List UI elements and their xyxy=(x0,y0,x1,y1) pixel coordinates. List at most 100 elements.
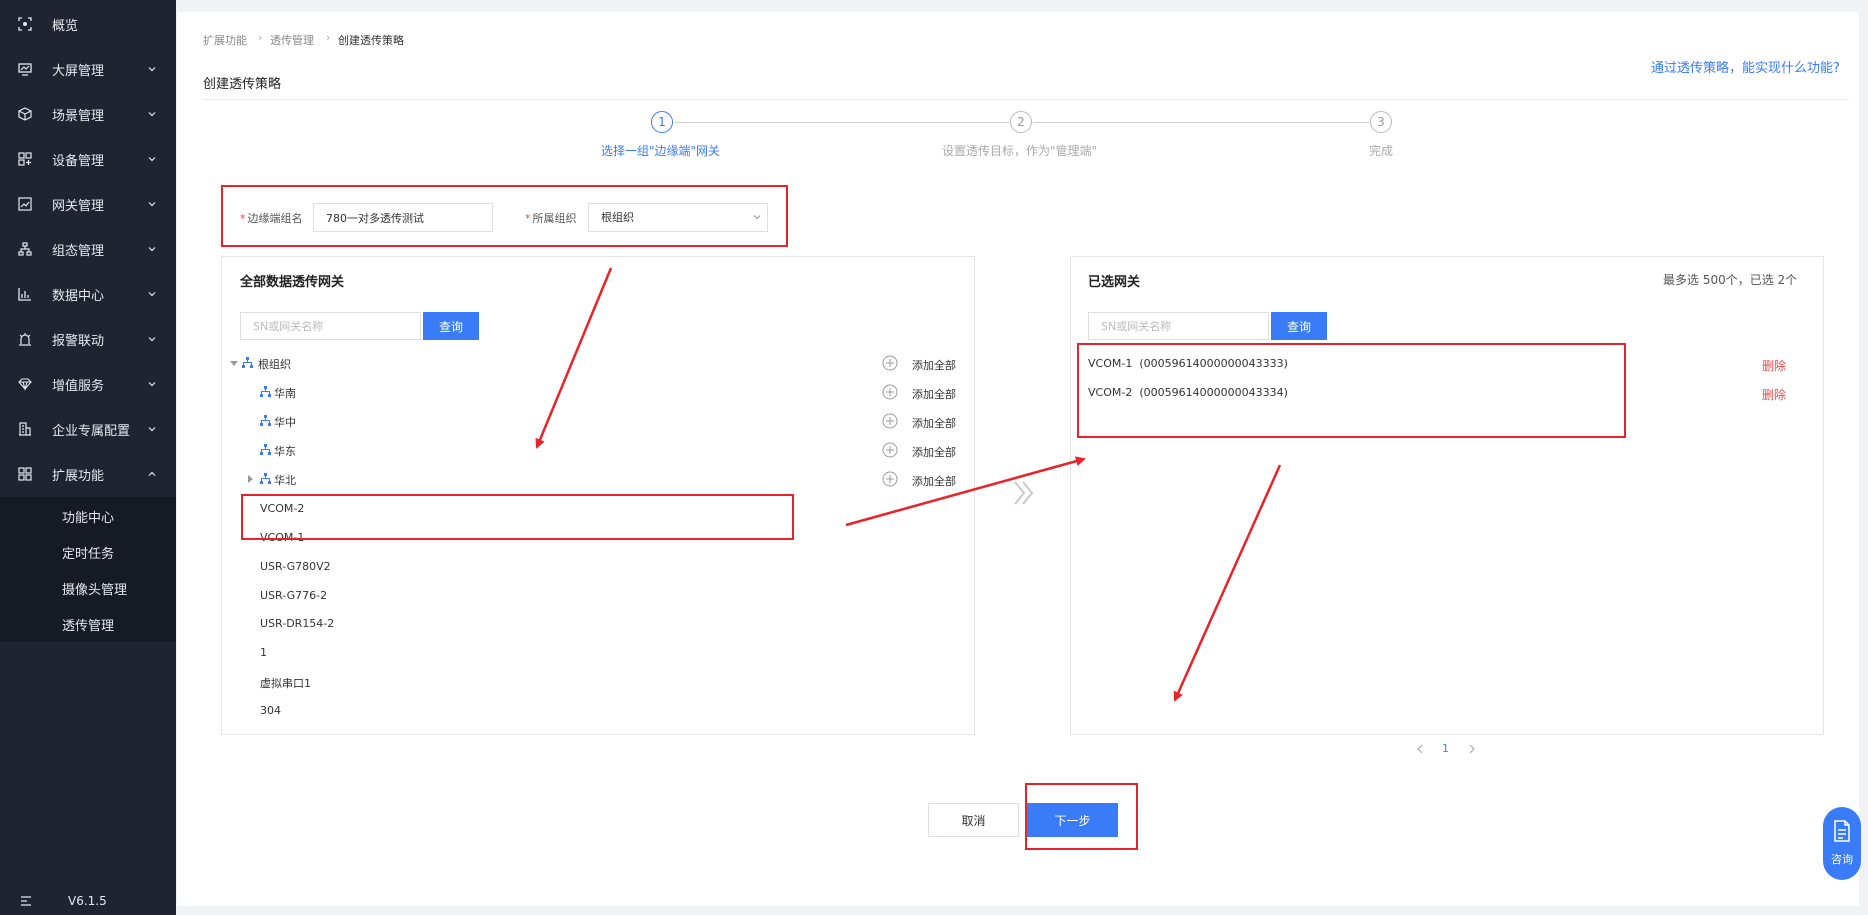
submenu-item-scheduled-tasks[interactable]: 定时任务 xyxy=(62,543,114,562)
tree-node[interactable]: 华北 xyxy=(230,468,960,490)
submenu-item-function-center[interactable]: 功能中心 xyxy=(62,507,114,526)
sidebar-item-overview[interactable]: 概览 xyxy=(0,2,176,46)
gateway-list-item[interactable]: 1 xyxy=(260,646,267,659)
title-divider xyxy=(203,99,1849,100)
breadcrumb-item[interactable]: 扩展功能 xyxy=(203,32,247,48)
gateway-list-item[interactable]: 虚拟串口1 xyxy=(260,675,311,691)
gateway-list-item[interactable]: 304 xyxy=(260,704,281,717)
sidebar-item-gateway[interactable]: 网关管理 xyxy=(0,182,176,226)
sidebar-item-extensions[interactable]: 扩展功能 xyxy=(0,452,176,496)
sidebar-item-data-center[interactable]: 数据中心 xyxy=(0,272,176,316)
help-link[interactable]: 通过透传策略，能实现什么功能? xyxy=(1651,57,1840,76)
step-connector xyxy=(675,122,1020,123)
sidebar-item-device[interactable]: 设备管理 xyxy=(0,137,176,181)
alarm-icon xyxy=(19,333,31,346)
tree-node-root[interactable]: 根组织 xyxy=(230,352,960,374)
tree-node[interactable]: 华中 xyxy=(230,410,960,432)
step-1-circle: 1 xyxy=(651,111,673,133)
breadcrumb-separator: › xyxy=(258,31,263,44)
tree-node-label: 华中 xyxy=(274,416,296,429)
add-circle-icon[interactable] xyxy=(882,442,898,458)
annotation-box-selected xyxy=(1077,343,1626,438)
chevron-down-icon xyxy=(148,292,156,297)
gateway-list-item[interactable]: USR-G776-2 xyxy=(260,589,327,602)
add-circle-icon[interactable] xyxy=(882,413,898,429)
breadcrumb-item[interactable]: 透传管理 xyxy=(270,32,314,48)
sidebar-item-label: 设备管理 xyxy=(52,153,105,169)
org-tree-icon xyxy=(260,415,271,426)
gateway-list-item[interactable]: USR-G780V2 xyxy=(260,560,331,573)
gateway-list-item[interactable]: USR-DR154-2 xyxy=(260,617,334,630)
step-3-circle: 3 xyxy=(1370,111,1392,133)
add-circle-icon[interactable] xyxy=(882,471,898,487)
sidebar-item-value-added[interactable]: 增值服务 xyxy=(0,362,176,406)
sidebar-item-topology[interactable]: 组态管理 xyxy=(0,227,176,271)
double-chevron-right-icon[interactable] xyxy=(1012,480,1034,506)
sidebar-item-enterprise[interactable]: 企业专属配置 xyxy=(0,407,176,451)
chevron-down-icon xyxy=(148,427,156,432)
step-3-label: 完成 xyxy=(1369,144,1394,158)
tree-node-label: 华北 xyxy=(274,474,296,487)
delete-button[interactable]: 删除 xyxy=(1762,357,1786,374)
add-all-button[interactable]: 添加全部 xyxy=(912,415,956,431)
add-circle-icon[interactable] xyxy=(882,384,898,400)
selection-count: 最多选 500个，已选 2个 xyxy=(1663,273,1798,287)
sidebar-item-label: 网关管理 xyxy=(52,198,105,214)
chevron-left-icon[interactable] xyxy=(1416,744,1424,754)
bar-chart-icon xyxy=(18,288,31,301)
chevron-down-icon xyxy=(148,112,156,117)
device-icon xyxy=(18,152,32,166)
sidebar-item-screen[interactable]: 大屏管理 xyxy=(0,47,176,91)
chevron-down-icon xyxy=(148,67,156,72)
cube-icon xyxy=(18,107,32,121)
tree-node[interactable]: 华南 xyxy=(230,381,960,403)
add-all-button[interactable]: 添加全部 xyxy=(912,357,956,373)
add-all-button[interactable]: 添加全部 xyxy=(912,444,956,460)
sidebar: 概览 大屏管理 场景管理 设备管理 网关管理 组态管理 数据中心 报警联动 增值… xyxy=(0,0,176,915)
cancel-button[interactable]: 取消 xyxy=(928,803,1019,837)
tree-node-label: 根组织 xyxy=(258,358,291,371)
collapse-menu-icon[interactable] xyxy=(20,896,32,906)
right-query-button[interactable]: 查询 xyxy=(1271,312,1327,340)
right-search-input[interactable] xyxy=(1088,312,1269,340)
chevron-down-icon xyxy=(148,202,156,207)
selected-gateways-title: 已选网关 xyxy=(1088,275,1141,290)
consult-button[interactable]: 咨询 xyxy=(1823,807,1861,880)
sidebar-item-label: 数据中心 xyxy=(52,288,105,304)
add-circle-icon[interactable] xyxy=(882,355,898,371)
sidebar-item-alarm[interactable]: 报警联动 xyxy=(0,317,176,361)
page-number[interactable]: 1 xyxy=(1442,742,1449,755)
building-icon xyxy=(19,422,31,436)
left-query-button[interactable]: 查询 xyxy=(423,312,479,340)
submenu-item-passthrough[interactable]: 透传管理 xyxy=(62,615,114,634)
sidebar-item-label: 组态管理 xyxy=(52,243,105,259)
caret-right-icon[interactable] xyxy=(246,475,254,483)
gateway-icon xyxy=(18,197,32,211)
delete-button[interactable]: 删除 xyxy=(1762,386,1786,403)
consult-label: 咨询 xyxy=(1831,853,1853,866)
breadcrumb-current: 创建透传策略 xyxy=(338,34,404,47)
sidebar-item-label: 扩展功能 xyxy=(52,468,105,484)
chevron-down-icon xyxy=(148,337,156,342)
sidebar-item-scene[interactable]: 场景管理 xyxy=(0,92,176,136)
add-all-button[interactable]: 添加全部 xyxy=(912,386,956,402)
page-title: 创建透传策略 xyxy=(203,77,282,92)
annotation-box-next xyxy=(1025,783,1138,850)
left-search-input[interactable] xyxy=(240,312,421,340)
add-all-button[interactable]: 添加全部 xyxy=(912,473,956,489)
screen-icon xyxy=(18,63,32,76)
top-bar xyxy=(176,0,1868,12)
submenu-item-camera[interactable]: 摄像头管理 xyxy=(62,579,127,598)
extensions-submenu: 功能中心 定时任务 摄像头管理 透传管理 xyxy=(0,497,176,642)
overview-icon xyxy=(18,17,32,31)
caret-down-icon[interactable] xyxy=(230,359,238,367)
annotation-box-gateway-list xyxy=(241,494,794,540)
tree-node-label: 华南 xyxy=(274,387,296,400)
org-tree-icon xyxy=(260,444,271,455)
topology-icon xyxy=(18,242,32,256)
sidebar-item-label: 概览 xyxy=(52,18,79,34)
breadcrumb-separator: › xyxy=(326,31,331,44)
tree-node[interactable]: 华东 xyxy=(230,439,960,461)
chevron-right-icon[interactable] xyxy=(1468,744,1476,754)
org-tree-icon xyxy=(242,357,253,368)
